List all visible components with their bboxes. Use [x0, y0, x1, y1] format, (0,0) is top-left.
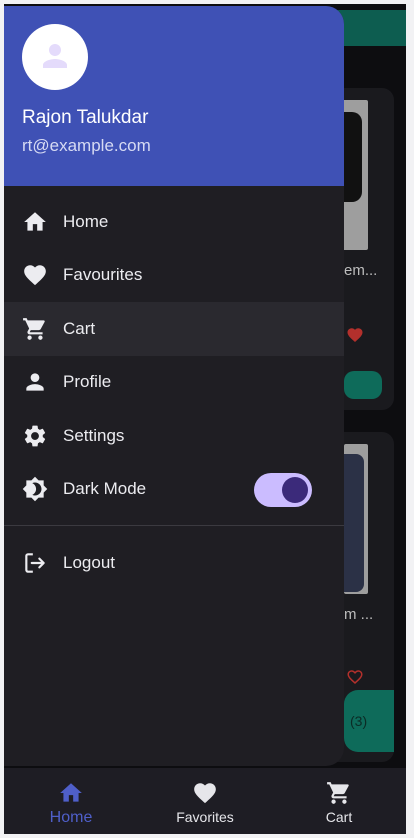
nav-item-home[interactable]: Home [4, 768, 138, 834]
drawer-header: Rajon Talukdar rt@example.com [4, 6, 344, 186]
menu-item-label: Dark Mode [63, 479, 147, 499]
menu-item-label: Home [63, 211, 109, 231]
menu-item-settings[interactable]: Settings [4, 409, 344, 463]
menu-item-label: Profile [63, 372, 112, 392]
nav-label: Favorites [176, 809, 234, 825]
favorite-heart-icon[interactable] [345, 326, 365, 344]
cart-icon [327, 782, 349, 804]
favorite-outline-heart-icon[interactable] [345, 668, 365, 686]
menu-item-cart[interactable]: Cart [4, 302, 344, 356]
product-image [340, 100, 368, 250]
nav-label: Home [49, 809, 93, 826]
menu-item-home[interactable]: Home [4, 195, 344, 249]
heart-icon [194, 783, 216, 804]
drawer-menu: Home Favourites Cart Profile Settings Da… [4, 195, 344, 516]
avatar[interactable] [22, 24, 88, 90]
menu-item-label: Cart [63, 318, 96, 338]
menu-item-label: Settings [63, 425, 125, 445]
heart-icon [24, 265, 46, 286]
menu-item-label: Favourites [63, 265, 143, 285]
person-icon [43, 44, 67, 68]
menu-item-label: Logout [63, 552, 115, 572]
app-frame: em... m ... (3) Home Favorites Cart Rajo… [4, 4, 406, 834]
product-title: m ... [344, 606, 374, 623]
dark-mode-toggle[interactable] [254, 472, 312, 507]
nav-label: Cart [325, 809, 353, 825]
menu-item-favourites[interactable]: Favourites [4, 249, 344, 303]
logout-button[interactable]: Logout [4, 536, 344, 590]
nav-item-favorites[interactable]: Favorites [138, 768, 272, 834]
nav-item-cart[interactable]: Cart [272, 768, 406, 834]
add-to-cart-button[interactable] [344, 371, 382, 399]
person-icon [26, 373, 44, 391]
navigation-drawer: Rajon Talukdar rt@example.com Home Favou… [4, 6, 344, 766]
divider [4, 525, 344, 526]
cart-icon [23, 317, 45, 340]
menu-item-dark-mode[interactable]: Dark Mode [4, 463, 344, 517]
toggle-knob [282, 476, 308, 503]
logout-section: Logout [4, 536, 344, 590]
gear-icon [24, 425, 46, 447]
product-title: em... [344, 262, 378, 279]
bottom-navigation: Home Favorites Cart [4, 768, 406, 834]
menu-item-profile[interactable]: Profile [4, 356, 344, 410]
logout-icon [25, 553, 45, 573]
product-image [344, 444, 368, 594]
cart-count-button[interactable]: (3) [344, 690, 394, 752]
home-icon [24, 212, 46, 231]
brightness-icon [22, 476, 48, 502]
cart-count: (3) [350, 713, 368, 729]
user-email: rt@example.com [22, 136, 151, 155]
home-icon [60, 783, 82, 802]
user-name: Rajon Talukdar [22, 107, 149, 128]
